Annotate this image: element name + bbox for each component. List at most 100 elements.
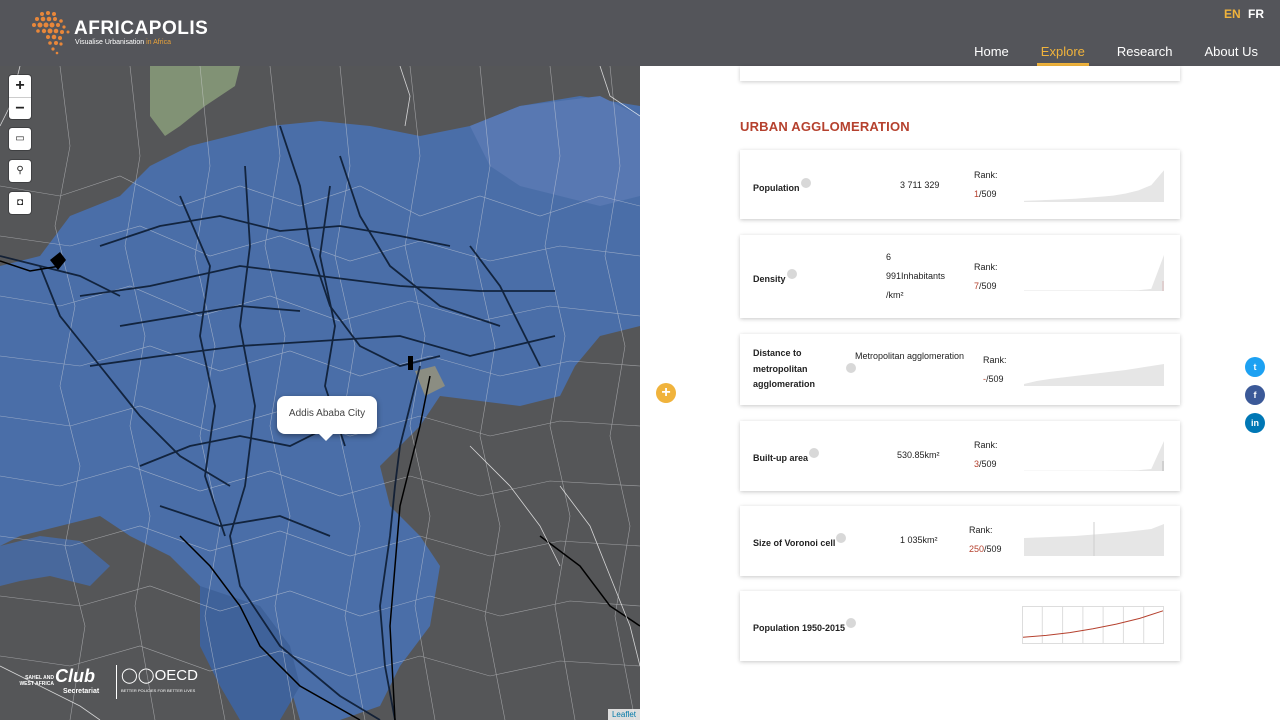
population-sparkline	[1024, 170, 1164, 202]
map-canvas[interactable]	[0, 66, 640, 720]
info-icon[interactable]	[800, 178, 811, 188]
builtup-value: 530.85km²	[897, 450, 940, 460]
facebook-icon: f	[1253, 390, 1257, 400]
population-rank: Rank: 1/509	[974, 166, 998, 204]
density-label-text: Density	[753, 274, 786, 284]
voronoi-rank: Rank: 250/509	[969, 521, 1002, 559]
africapolis-logo[interactable]: AFRICAPOLIS Visualise Urbanisation in Af…	[30, 10, 208, 56]
info-icon[interactable]	[786, 269, 797, 279]
population-history-label: Population 1950-2015	[753, 618, 857, 637]
builtup-sparkline	[1024, 441, 1164, 471]
africa-dots-icon	[32, 11, 70, 55]
partner-divider	[116, 665, 117, 699]
population-history-card: Population 1950-2015	[740, 591, 1180, 661]
screenshot-button[interactable]: ◘	[9, 192, 31, 214]
expand-panel-button[interactable]: +	[656, 383, 676, 403]
language-fr[interactable]: FR	[1248, 7, 1264, 21]
partner-logos: SAHEL AND WEST AFRICA Club Secretariat ◯◯…	[18, 662, 198, 702]
density-rank: Rank: 7/509	[974, 258, 998, 296]
distance-sparkline	[1024, 364, 1164, 386]
ruler-button[interactable]: ▭	[9, 128, 31, 150]
twitter-icon: t	[1253, 362, 1257, 372]
chart-frame	[1022, 606, 1164, 644]
logo-subtitle-a: Visualise Urbanisation	[75, 39, 147, 46]
map-view[interactable]: + − ▭ ⚲ ◘ Addis Ababa City SAHEL AND WEST…	[0, 66, 640, 720]
density-value-line-2: 991Inhabitants	[886, 271, 946, 281]
rank-total: /509	[979, 189, 997, 199]
linkedin-icon: in	[1251, 418, 1259, 428]
logo-subtitle-b: in Africa	[146, 39, 171, 46]
builtup-rank: Rank: 3/509	[974, 436, 998, 474]
camera-icon: ◘	[16, 197, 24, 208]
population-history-label-text: Population 1950-2015	[753, 623, 846, 633]
search-icon: ⚲	[16, 165, 24, 176]
nav-home[interactable]: Home	[974, 44, 1009, 66]
search-map-button[interactable]: ⚲	[9, 160, 31, 182]
zoom-control: + −	[9, 75, 31, 119]
logo-subtitle: Visualise Urbanisation in Africa	[75, 39, 171, 46]
sparkline-area	[1024, 170, 1164, 202]
sparkline-area	[1024, 255, 1164, 291]
population-value: 3 711 329	[900, 180, 940, 190]
ruler-icon: ▭	[15, 133, 25, 144]
voronoi-label: Size of Voronoi cell	[753, 533, 847, 552]
main-nav: Home Explore Research About Us	[942, 44, 1258, 66]
population-label-text: Population	[753, 183, 800, 193]
density-label: Density	[753, 269, 797, 288]
leaflet-attribution[interactable]: Leaflet	[607, 709, 640, 720]
swac-secretariat: Secretariat	[63, 688, 100, 695]
density-card: Density 6 991Inhabitants /km² Rank: 7/50…	[740, 235, 1180, 318]
info-icon[interactable]	[809, 448, 820, 458]
builtup-label: Built-up area	[753, 448, 820, 467]
population-label: Population	[753, 178, 811, 197]
city-popup-label: Addis Ababa City	[288, 408, 366, 419]
rank-value: 250	[969, 544, 985, 554]
oecd-tagline: BETTER POLICIES FOR BETTER LIVES	[121, 688, 196, 693]
rank-label: Rank:	[983, 355, 1007, 365]
distance-card: Distance to metropolitan agglomeration M…	[740, 334, 1180, 405]
population-history-chart	[1022, 606, 1164, 644]
city-popup[interactable]: Addis Ababa City	[277, 396, 377, 441]
sparkline-area	[1024, 441, 1164, 471]
zoom-out-button[interactable]: −	[9, 97, 31, 119]
language-en[interactable]: EN	[1224, 7, 1241, 21]
voronoi-card: Size of Voronoi cell 1 035km² Rank: 250/…	[740, 506, 1180, 576]
builtup-card: Built-up area 530.85km² Rank: 3/509	[740, 421, 1180, 491]
linkedin-share-button[interactable]: in	[1245, 413, 1265, 433]
previous-card	[740, 66, 1180, 81]
oecd-logo: ◯◯OECD	[121, 667, 198, 684]
facebook-share-button[interactable]: f	[1245, 385, 1265, 405]
rank-label: Rank:	[974, 262, 998, 272]
section-title: URBAN AGGLOMERATION	[740, 119, 910, 134]
rank-total: /509	[986, 374, 1004, 384]
rank-total: /509	[979, 459, 997, 469]
twitter-share-button[interactable]: t	[1245, 357, 1265, 377]
distance-label-line-1: Distance to	[753, 348, 802, 358]
distance-value: Metropolitan agglomeration	[855, 351, 965, 361]
rank-total: /509	[979, 281, 997, 291]
sparkline-area	[1024, 364, 1164, 386]
swac-small-text: SAHEL AND WEST AFRICA	[18, 675, 54, 687]
distance-rank: Rank: -/509	[983, 351, 1007, 389]
zoom-in-button[interactable]: +	[9, 75, 31, 97]
voronoi-label-text: Size of Voronoi cell	[753, 538, 836, 548]
rank-label: Rank:	[974, 440, 998, 450]
rank-label: Rank:	[969, 525, 993, 535]
distance-label-line-2: metropolitan	[753, 363, 808, 374]
nav-research[interactable]: Research	[1117, 44, 1173, 66]
info-icon[interactable]	[836, 533, 847, 543]
swac-text-2: WEST AFRICA	[19, 681, 54, 687]
population-card: Population 3 711 329 Rank: 1/509	[740, 150, 1180, 219]
rank-total: /509	[984, 544, 1002, 554]
density-value-line-1: 6	[886, 252, 892, 262]
density-value-line-3: /km²	[886, 290, 904, 300]
nav-about-us[interactable]: About Us	[1205, 44, 1258, 66]
info-icon[interactable]	[846, 618, 857, 628]
language-switcher: EN FR	[1220, 7, 1264, 21]
nav-explore[interactable]: Explore	[1036, 44, 1089, 66]
builtup-label-text: Built-up area	[753, 453, 809, 463]
voronoi-value: 1 035km²	[900, 535, 938, 545]
swac-club-logo: Club	[55, 666, 95, 686]
logo-title: AFRICAPOLIS	[74, 18, 209, 39]
density-sparkline	[1024, 255, 1164, 291]
